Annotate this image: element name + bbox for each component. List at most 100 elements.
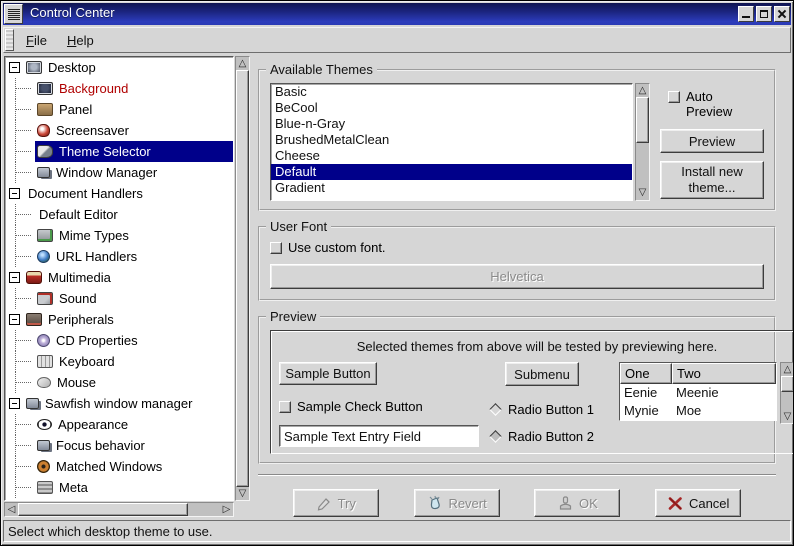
tree-connector xyxy=(5,288,35,309)
theme-item-blue-n-gray[interactable]: Blue-n-Gray xyxy=(271,116,632,132)
tree-connector xyxy=(5,78,35,99)
radio-button-1[interactable] xyxy=(489,403,502,416)
scroll-down-icon[interactable]: ▽ xyxy=(781,410,794,423)
minimize-button[interactable] xyxy=(738,6,754,22)
tree-item-matched-windows[interactable]: Matched Windows xyxy=(5,456,233,477)
sidebar-panel: DesktopBackgroundPanelScreensaver Theme S… xyxy=(4,56,250,517)
expander-collapse-icon[interactable] xyxy=(9,188,20,199)
tree-item-focus-behavior[interactable]: Focus behavior xyxy=(5,435,233,456)
scroll-left-icon[interactable]: ◁ xyxy=(5,503,18,516)
sample-table-scrollbar[interactable]: △ ▽ xyxy=(780,362,794,424)
scroll-down-icon[interactable]: ▽ xyxy=(636,187,649,200)
tree-item-screensaver[interactable]: Screensaver xyxy=(5,120,233,141)
mouse-icon xyxy=(37,377,51,388)
tree-item-keyboard[interactable]: Keyboard xyxy=(5,351,233,372)
table-row[interactable]: MynieMoe xyxy=(620,402,776,420)
expander-collapse-icon[interactable] xyxy=(9,314,20,325)
tree-connector xyxy=(5,477,35,498)
tree-item-mouse[interactable]: Mouse xyxy=(5,372,233,393)
tree-item-default-editor[interactable]: Default Editor xyxy=(5,204,233,225)
tree-item-sawfish-window-manager[interactable]: Sawfish window manager xyxy=(5,393,233,414)
tree-item-appearance[interactable]: Appearance xyxy=(5,414,233,435)
tree-vertical-scrollbar[interactable]: △ ▽ xyxy=(235,56,250,501)
tree-item-background[interactable]: Background xyxy=(5,78,233,99)
table-header-cell[interactable]: One xyxy=(620,363,672,384)
scroll-down-icon[interactable]: ▽ xyxy=(236,487,249,500)
theme-list-scrollbar[interactable]: △ ▽ xyxy=(635,83,650,201)
menu-file[interactable]: File xyxy=(16,28,57,52)
cancel-button[interactable]: Cancel xyxy=(655,489,741,517)
window-menu-button[interactable] xyxy=(4,4,23,24)
tree-item-label: CD Properties xyxy=(54,333,142,348)
tree-item-label: Theme Selector xyxy=(57,144,155,159)
sample-table-scroll-thumb[interactable] xyxy=(781,376,794,392)
font-picker-button[interactable]: Helvetica xyxy=(270,264,764,289)
sample-table-scroll-trough[interactable] xyxy=(781,392,794,410)
try-label: Try xyxy=(338,496,356,511)
tree-item-cd-properties[interactable]: CD Properties xyxy=(5,330,233,351)
preview-button[interactable]: Preview xyxy=(660,129,764,153)
tree-item-window-manager[interactable]: Window Manager xyxy=(5,162,233,183)
theme-item-basic[interactable]: Basic xyxy=(271,84,632,100)
expander-collapse-icon[interactable] xyxy=(9,398,20,409)
cd-properties-icon xyxy=(37,334,50,347)
tree-item-sound[interactable]: Sound xyxy=(5,288,233,309)
close-button[interactable] xyxy=(774,6,790,22)
theme-item-cheese[interactable]: Cheese xyxy=(271,148,632,164)
theme-list-scroll-trough[interactable] xyxy=(636,143,649,187)
tree-item-desktop[interactable]: Desktop xyxy=(5,57,233,78)
theme-item-brushedmetalclean[interactable]: BrushedMetalClean xyxy=(271,132,632,148)
scroll-up-icon[interactable]: △ xyxy=(236,57,249,70)
menubar-grip-handle[interactable] xyxy=(5,29,14,51)
scroll-up-icon[interactable]: △ xyxy=(781,363,794,376)
matched-windows-icon xyxy=(37,460,50,473)
use-custom-font-checkbox[interactable] xyxy=(270,242,282,254)
menu-help[interactable]: Help xyxy=(57,28,104,52)
submenu-button[interactable]: Submenu xyxy=(505,362,579,386)
tree-item-url-handlers[interactable]: URL Handlers xyxy=(5,246,233,267)
table-row[interactable]: EenieMeenie xyxy=(620,384,776,402)
panel-icon xyxy=(37,103,53,116)
sample-checkbox[interactable] xyxy=(279,401,291,413)
tree-item-theme-selector[interactable]: Theme Selector xyxy=(5,141,233,162)
tree-hscroll-thumb[interactable] xyxy=(18,503,188,516)
titlebar[interactable]: Control Center xyxy=(3,3,791,25)
auto-preview-checkbox[interactable] xyxy=(668,91,680,103)
expander-collapse-icon[interactable] xyxy=(9,62,20,73)
sample-text-entry[interactable] xyxy=(279,425,479,447)
expander-collapse-icon[interactable] xyxy=(9,272,20,283)
tree-connector xyxy=(5,414,35,435)
maximize-button[interactable] xyxy=(756,6,772,22)
table-header-cell[interactable]: Two xyxy=(672,363,776,384)
tree-connector xyxy=(5,99,35,120)
mime-types-icon xyxy=(37,229,53,242)
cancel-icon xyxy=(667,495,684,512)
tree-hscroll-trough[interactable] xyxy=(188,503,220,516)
theme-item-default[interactable]: Default xyxy=(271,164,632,180)
tree-item-meta[interactable]: Meta xyxy=(5,477,233,498)
theme-list-scroll-thumb[interactable] xyxy=(636,97,649,143)
theme-item-gradient[interactable]: Gradient xyxy=(271,180,632,196)
tree-item-peripherals[interactable]: Peripherals xyxy=(5,309,233,330)
try-button[interactable]: Try xyxy=(293,489,379,517)
tree-item-label: Appearance xyxy=(56,417,132,432)
tree-item-document-handlers[interactable]: Document Handlers xyxy=(5,183,233,204)
tree-item-multimedia[interactable]: Multimedia xyxy=(5,267,233,288)
scroll-right-icon[interactable]: ▷ xyxy=(220,503,233,516)
tree-connector xyxy=(5,141,35,162)
ok-button[interactable]: OK xyxy=(534,489,620,517)
tree-item-panel[interactable]: Panel xyxy=(5,99,233,120)
revert-button[interactable]: Revert xyxy=(414,489,500,517)
install-new-theme-button[interactable]: Install new theme... xyxy=(660,161,764,199)
theme-item-becool[interactable]: BeCool xyxy=(271,100,632,116)
sound-icon xyxy=(37,292,53,305)
tree-horizontal-scrollbar[interactable]: ◁ ▷ xyxy=(4,502,234,517)
radio-button-2[interactable] xyxy=(489,430,502,443)
tree-vscroll-thumb[interactable] xyxy=(236,70,249,487)
ok-label: OK xyxy=(579,496,598,511)
scroll-up-icon[interactable]: △ xyxy=(636,84,649,97)
tree-item-mime-types[interactable]: Mime Types xyxy=(5,225,233,246)
sample-button[interactable]: Sample Button xyxy=(279,362,377,385)
available-themes-legend: Available Themes xyxy=(266,62,377,77)
available-themes-group: Available Themes BasicBeCoolBlue-n-GrayB… xyxy=(258,69,776,211)
